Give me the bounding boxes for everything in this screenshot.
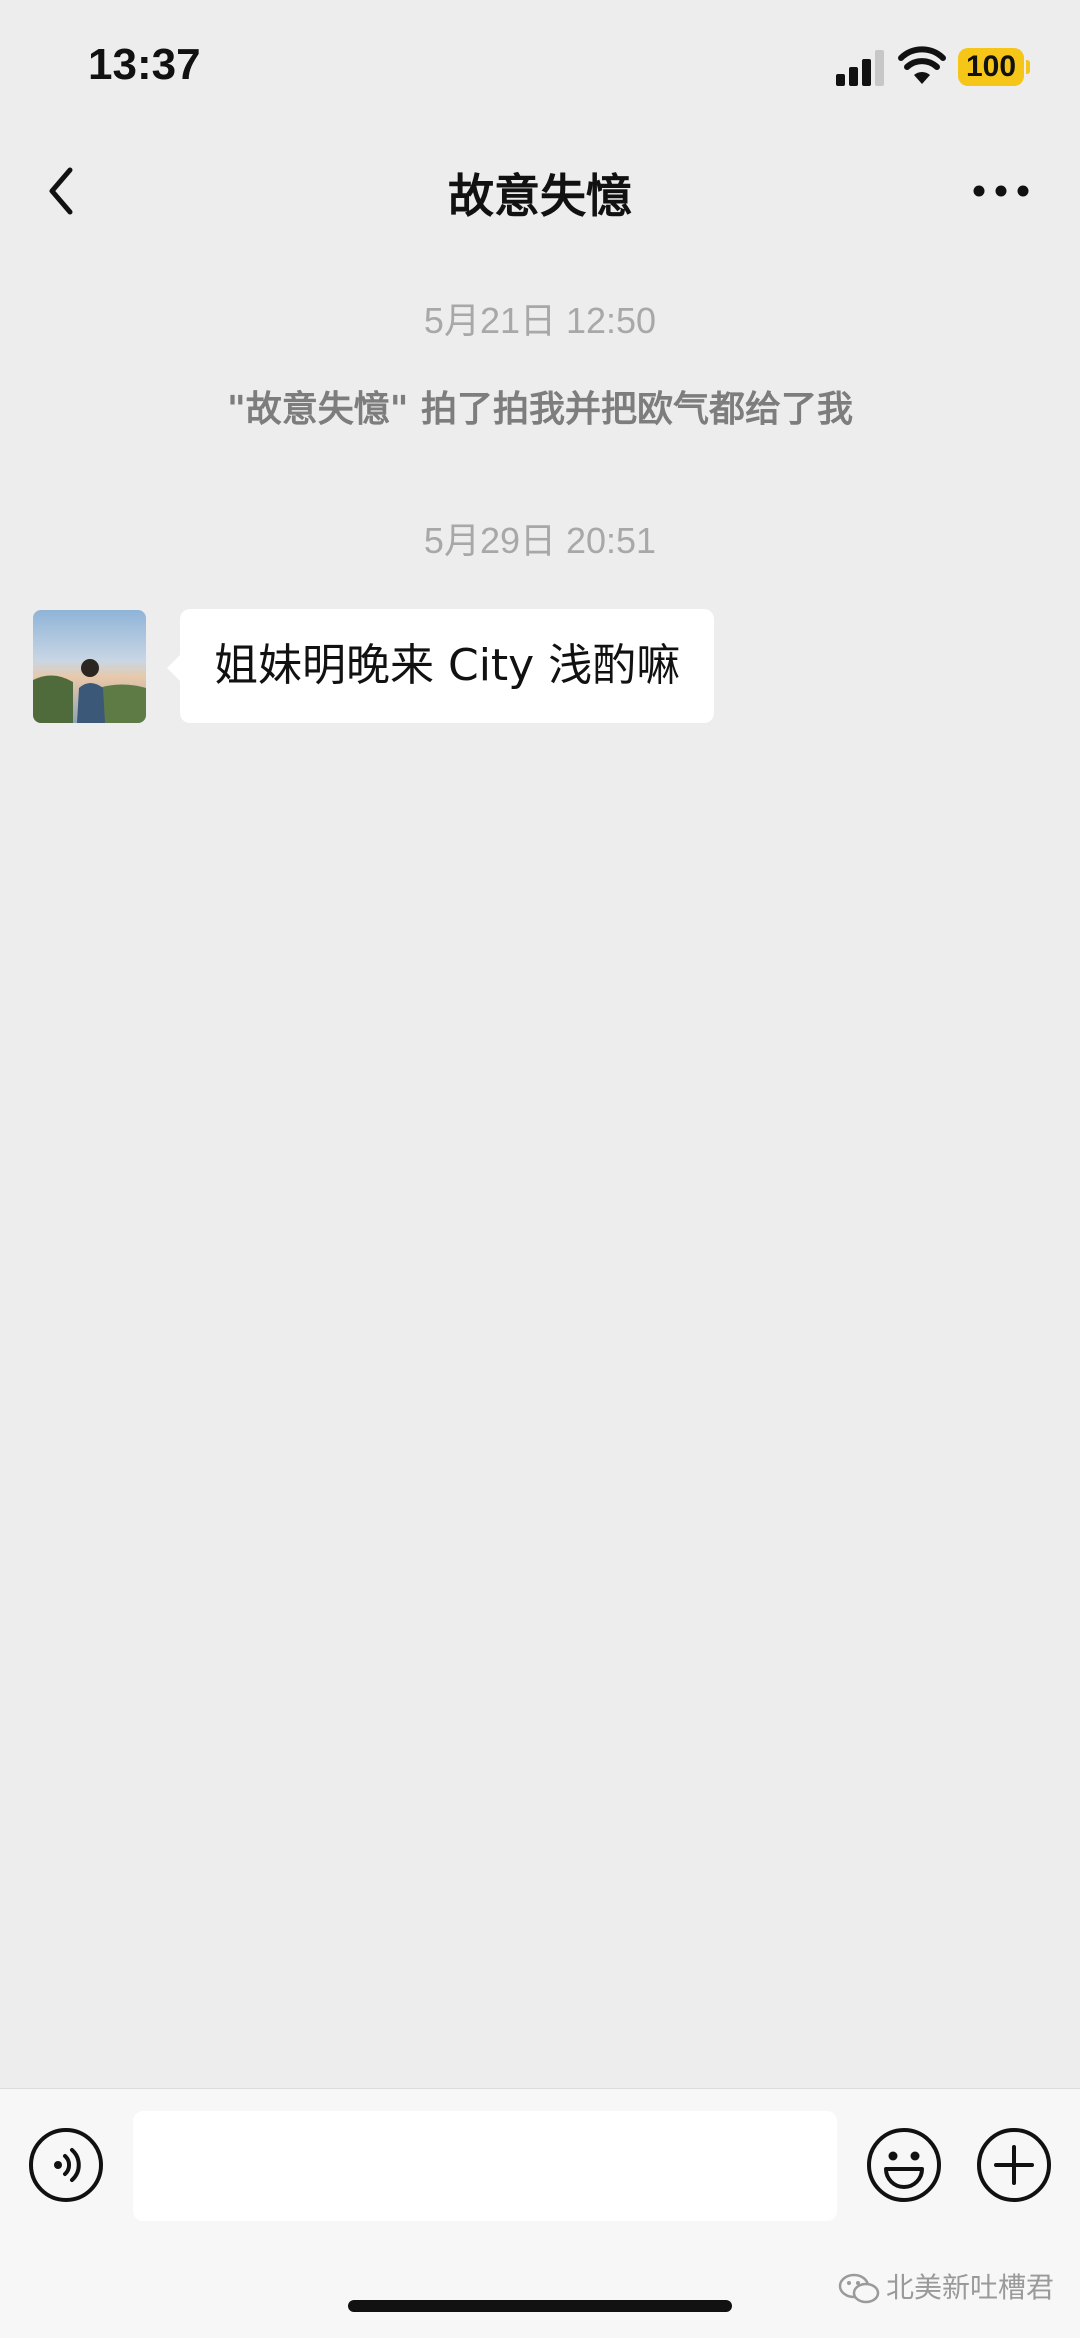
home-indicator[interactable] (348, 2300, 732, 2312)
cellular-signal-icon (836, 50, 884, 86)
message-input[interactable] (133, 2111, 837, 2221)
battery-tip (1026, 60, 1030, 74)
emoji-icon[interactable] (866, 2127, 942, 2203)
ellipsis-icon[interactable] (972, 176, 1030, 206)
pat-system-message: "故意失憶" 拍了拍我并把欧气都给了我 (226, 389, 854, 430)
timestamp: 5月29日 20:51 (423, 520, 657, 561)
wechat-logo-icon (838, 2273, 880, 2304)
status-time: 13:37 (88, 40, 201, 89)
message-bubble[interactable]: 姐妹明晚来 City 浅酌嘛 (180, 609, 715, 723)
avatar[interactable] (33, 610, 146, 723)
watermark-text: 北美新吐槽君 (886, 2271, 1055, 2304)
chat-title: 故意失憶 (448, 169, 632, 223)
wifi-icon (898, 46, 946, 84)
plus-icon[interactable] (976, 2127, 1052, 2203)
status-bar: 13:37 100 (0, 0, 1080, 130)
voice-icon[interactable] (28, 2127, 104, 2203)
watermark: 北美新吐槽君 (838, 2266, 1054, 2306)
nav-bar: 故意失憶 (0, 130, 1080, 250)
bubble-tail (167, 654, 181, 682)
timestamp: 5月21日 12:50 (423, 300, 657, 341)
battery-indicator: 100 (958, 48, 1024, 86)
